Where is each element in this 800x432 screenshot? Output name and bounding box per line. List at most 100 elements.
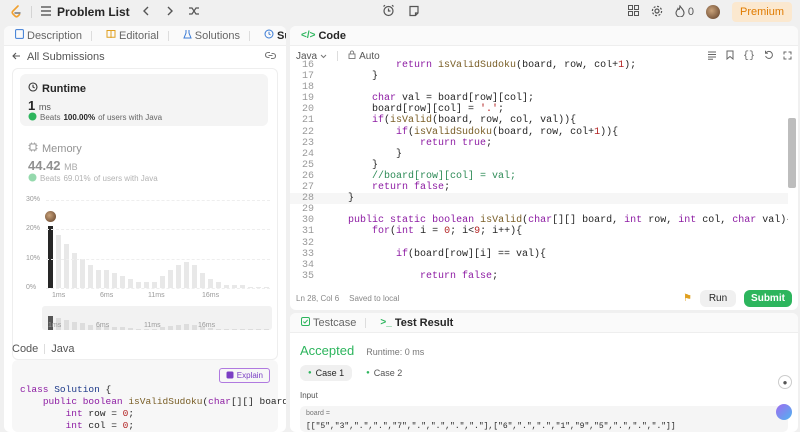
next-problem-button[interactable]: [162, 4, 178, 20]
line-number: 31: [301, 226, 314, 238]
editor-line[interactable]: 35 return false;: [290, 271, 788, 282]
histogram-bar[interactable]: [184, 261, 189, 288]
histogram-bar[interactable]: [56, 235, 61, 288]
fire-icon: [675, 3, 685, 20]
histogram-bar[interactable]: [176, 264, 181, 288]
input-value-box: board = [["5","3",".",".","7",".",".",".…: [300, 406, 788, 432]
tab-testcase[interactable]: Testcase: [296, 316, 371, 329]
tab-submissions[interactable]: Submissions: [259, 29, 286, 42]
case-1-tab[interactable]: ● Case 1: [300, 365, 353, 381]
notes-button[interactable]: [406, 4, 422, 20]
histogram-bar[interactable]: [192, 264, 197, 288]
premium-button[interactable]: Premium: [731, 2, 792, 22]
leetcode-logo-icon[interactable]: [9, 5, 23, 19]
prev-problem-button[interactable]: [138, 4, 154, 20]
layout-grid-icon[interactable]: [627, 5, 639, 19]
editor-line[interactable]: 28 }: [290, 193, 788, 205]
share-link-icon[interactable]: [264, 51, 277, 63]
editor-line[interactable]: 31 for(int i = 0; i<9; i++){: [290, 226, 788, 237]
chat-icon: ●: [782, 377, 788, 387]
memory-card[interactable]: Memory 44.42 MB Beats 69.01% of users wi…: [28, 138, 268, 188]
top-bar: Problem List 0 Premium: [0, 0, 800, 24]
histogram-bar[interactable]: [48, 226, 53, 288]
editor-line[interactable]: 34: [290, 260, 788, 271]
runtime-unit: ms: [38, 102, 51, 112]
editor-line[interactable]: 16 return isValidSudoku(board, row, col+…: [290, 60, 788, 71]
timer-button[interactable]: [380, 4, 396, 20]
chart-plot-area[interactable]: [46, 200, 270, 288]
line-content: return true;: [420, 137, 493, 149]
histogram-bar[interactable]: [80, 258, 85, 288]
editor-line[interactable]: 32: [290, 238, 788, 249]
runtime-card[interactable]: Runtime 1 ms Beats 100.00% of users with…: [20, 74, 268, 126]
user-avatar[interactable]: [705, 5, 720, 19]
editor-line[interactable]: 33 if(board[row][i] == val){: [290, 249, 788, 260]
tab-solutions[interactable]: Solutions: [178, 29, 255, 42]
histogram-bar[interactable]: [160, 276, 165, 288]
line-number: 29: [301, 204, 314, 216]
line-content: }: [324, 193, 355, 205]
editor-line[interactable]: 25 }: [290, 160, 788, 171]
code-line: int row = 0;: [65, 408, 135, 419]
brush-bar: [112, 326, 117, 330]
code-section-header: Code Java: [12, 343, 75, 355]
feedback-button[interactable]: ●: [778, 375, 792, 389]
editor-line[interactable]: 19 char val = board[row][col];: [290, 93, 788, 104]
assistant-button[interactable]: [776, 404, 792, 420]
editor-line[interactable]: 30 public static boolean isValid(char[][…: [290, 215, 788, 226]
histogram-bar[interactable]: [120, 276, 125, 288]
histogram-bar[interactable]: [88, 264, 93, 288]
code-line: class Solution {: [20, 384, 112, 395]
runtime-header: Runtime: [28, 82, 86, 95]
editor-line[interactable]: 18: [290, 82, 788, 93]
settings-gear-icon[interactable]: [651, 5, 663, 20]
tab-description[interactable]: Description: [10, 29, 97, 42]
histogram-bar[interactable]: [168, 270, 173, 288]
code-editor[interactable]: 16 return isValidSudoku(board, row, col+…: [290, 60, 788, 282]
line-content: //board[row][col] = val;: [324, 170, 517, 182]
explain-button[interactable]: Explain: [218, 368, 270, 383]
line-content: return isValidSudoku(board, row, col+1);: [396, 60, 637, 71]
problem-list-link[interactable]: Problem List: [40, 5, 130, 19]
brush-bar: [128, 328, 133, 330]
editor-line[interactable]: 22 if(isValidSudoku(board, row, col+1)){: [290, 127, 788, 138]
tab-code[interactable]: </> Code: [296, 30, 351, 42]
grid-line: [46, 200, 270, 201]
all-submissions-back[interactable]: All Submissions: [12, 51, 105, 63]
editor-line[interactable]: 20 board[row][col] = '.';: [290, 104, 788, 115]
random-problem-button[interactable]: [186, 4, 202, 20]
line-number: 32: [301, 237, 314, 249]
brush-tick-label: 11ms: [144, 322, 161, 329]
editor-line[interactable]: 27 return false;: [290, 182, 788, 193]
histogram-bar[interactable]: [208, 279, 213, 288]
histogram-bar[interactable]: [128, 279, 133, 288]
tab-editorial[interactable]: Editorial: [101, 29, 174, 42]
grid-line: [46, 258, 270, 260]
tab-test-result[interactable]: >_ Test Result: [375, 317, 458, 329]
editor-scrollbar[interactable]: [788, 118, 796, 188]
editor-line[interactable]: 21 if(isValid(board, row, col, val)){: [290, 115, 788, 126]
streak-counter[interactable]: 0: [675, 3, 694, 20]
editor-line[interactable]: 24 }: [290, 149, 788, 160]
run-button[interactable]: Run: [700, 289, 736, 307]
editor-line[interactable]: 26 //board[row][col] = val;: [290, 171, 788, 182]
editor-line[interactable]: 29: [290, 204, 788, 215]
histogram-bar[interactable]: [112, 273, 117, 288]
histogram-bar[interactable]: [104, 270, 109, 288]
editor-line[interactable]: 23 return true;: [290, 138, 788, 149]
result-runtime: Runtime: 0 ms: [366, 347, 425, 357]
debug-icon[interactable]: ⚑: [683, 293, 692, 304]
result-tab-bar: Testcase >_ Test Result: [290, 313, 798, 333]
terminal-icon: >_: [380, 317, 392, 328]
history-icon: [264, 29, 274, 42]
histogram-bar[interactable]: [64, 244, 69, 288]
histogram-bar[interactable]: [96, 270, 101, 288]
memory-beats-prefix: Beats: [40, 174, 61, 183]
editor-line[interactable]: 17 }: [290, 71, 788, 82]
histogram-bar[interactable]: [200, 273, 205, 288]
editor-tab-bar: </> Code: [290, 26, 798, 46]
runtime-distribution-chart: 30% 20% 10% 0% 1ms 6ms 11ms 16ms 1ms 6ms 11ms 16m…: [20, 196, 272, 356]
case-2-tab[interactable]: ● Case 2: [358, 365, 410, 381]
submit-button[interactable]: Submit: [744, 289, 792, 307]
brush-tick-label: 16ms: [198, 322, 216, 329]
